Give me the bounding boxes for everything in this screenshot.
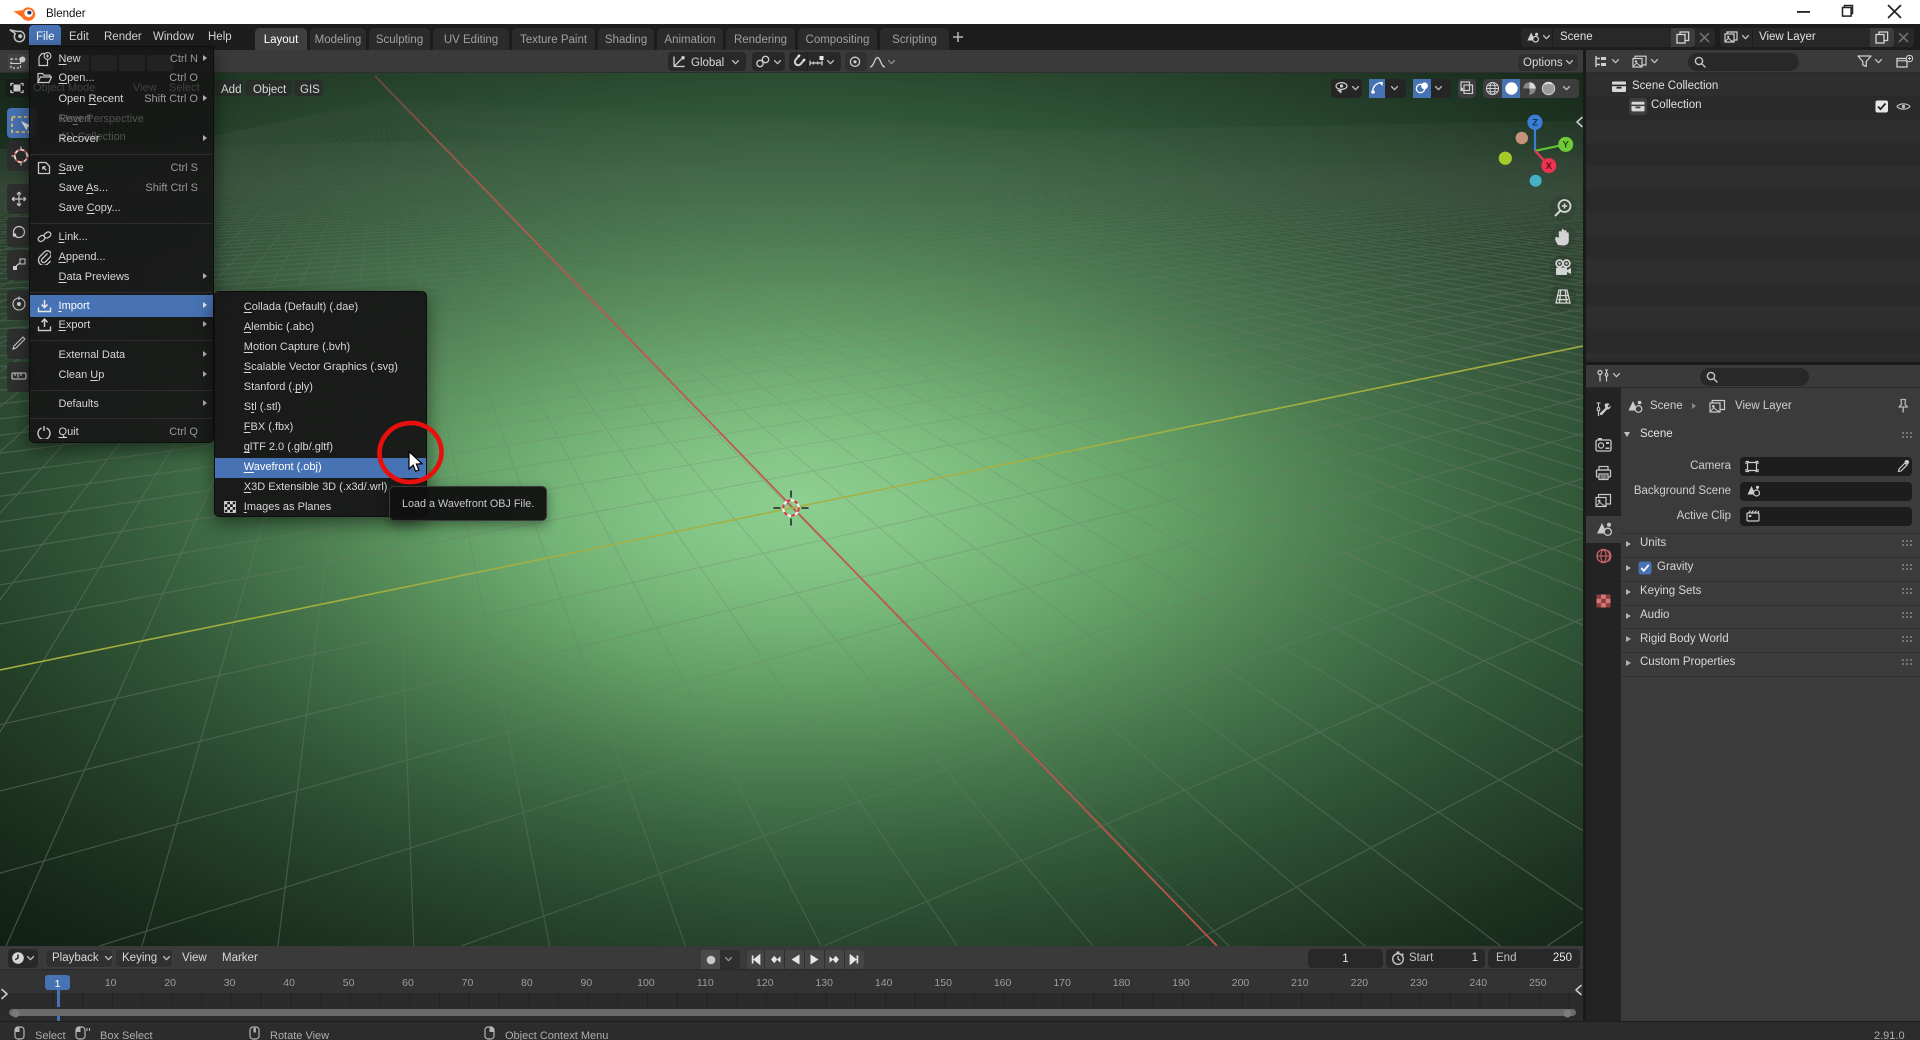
svg-text:230: 230 xyxy=(1410,977,1428,989)
svg-text:170: 170 xyxy=(1053,977,1071,989)
svg-text:10: 10 xyxy=(105,977,117,989)
svg-text:50: 50 xyxy=(343,977,355,989)
svg-text:190: 190 xyxy=(1172,977,1190,989)
svg-text:220: 220 xyxy=(1351,977,1369,989)
svg-text:X: X xyxy=(1546,161,1553,172)
svg-text:20: 20 xyxy=(164,977,176,989)
svg-text:Z: Z xyxy=(1532,118,1538,129)
svg-text:240: 240 xyxy=(1470,977,1488,989)
svg-text:Y: Y xyxy=(1563,140,1570,151)
svg-text:60: 60 xyxy=(402,977,414,989)
svg-text:150: 150 xyxy=(934,977,952,989)
svg-text:180: 180 xyxy=(1113,977,1131,989)
svg-text:130: 130 xyxy=(815,977,833,989)
svg-text:110: 110 xyxy=(697,977,714,989)
svg-text:90: 90 xyxy=(581,977,593,989)
svg-text:250: 250 xyxy=(1529,977,1547,989)
svg-text:160: 160 xyxy=(994,977,1012,989)
svg-text:140: 140 xyxy=(875,977,893,989)
svg-text:80: 80 xyxy=(521,977,533,989)
svg-text:40: 40 xyxy=(283,977,295,989)
svg-text:30: 30 xyxy=(224,977,236,989)
svg-text:120: 120 xyxy=(756,977,774,989)
svg-text:200: 200 xyxy=(1232,977,1250,989)
svg-text:70: 70 xyxy=(462,977,474,989)
svg-text:210: 210 xyxy=(1291,977,1309,989)
svg-text:100: 100 xyxy=(637,977,655,989)
